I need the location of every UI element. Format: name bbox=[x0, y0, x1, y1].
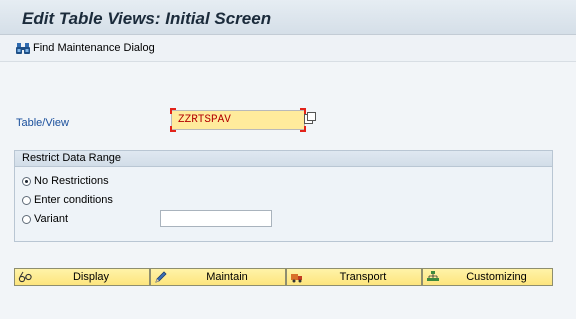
value-help-icon[interactable] bbox=[304, 112, 316, 124]
required-marker bbox=[170, 126, 176, 132]
find-maintenance-dialog-label: Find Maintenance Dialog bbox=[33, 42, 155, 54]
truck-icon bbox=[291, 274, 302, 283]
restrict-data-range-group: Restrict Data Range No Restrictions Ente… bbox=[14, 150, 553, 242]
radio-no-restrictions[interactable]: No Restrictions bbox=[22, 175, 109, 187]
glasses-icon bbox=[18, 271, 32, 283]
action-button-row: Display Maintain Transport Customizing bbox=[14, 268, 553, 286]
radio-label: Enter conditions bbox=[34, 194, 113, 206]
radio-button[interactable] bbox=[22, 195, 31, 205]
table-view-field: ZZRTSPAV bbox=[170, 108, 306, 132]
binoculars-icon bbox=[16, 42, 30, 54]
radio-label: No Restrictions bbox=[34, 175, 109, 187]
radio-variant[interactable]: Variant bbox=[22, 213, 68, 225]
table-view-label: Table/View bbox=[16, 117, 69, 129]
variant-input[interactable] bbox=[160, 210, 272, 227]
transport-button-label: Transport bbox=[339, 271, 387, 283]
radio-button[interactable] bbox=[22, 214, 31, 224]
required-marker bbox=[300, 126, 306, 132]
required-marker bbox=[170, 108, 176, 114]
maintain-button-label: Maintain bbox=[206, 271, 248, 283]
restrict-data-range-header: Restrict Data Range bbox=[15, 151, 552, 167]
title-bar: Edit Table Views: Initial Screen bbox=[0, 0, 576, 35]
display-button-label: Display bbox=[72, 271, 110, 283]
radio-label: Variant bbox=[34, 213, 69, 225]
transport-button[interactable]: Transport bbox=[286, 268, 422, 286]
maintain-button[interactable]: Maintain bbox=[150, 268, 286, 286]
table-view-input[interactable]: ZZRTSPAV bbox=[171, 110, 305, 130]
customizing-button[interactable]: Customizing bbox=[422, 268, 553, 286]
pencil-icon bbox=[155, 271, 167, 283]
hierarchy-icon bbox=[427, 271, 439, 281]
radio-enter-conditions[interactable]: Enter conditions bbox=[22, 194, 113, 206]
radio-button-selected[interactable] bbox=[22, 176, 31, 186]
page-title: Edit Table Views: Initial Screen bbox=[22, 9, 272, 28]
display-button[interactable]: Display bbox=[14, 268, 150, 286]
customizing-button-label: Customizing bbox=[466, 271, 527, 283]
application-toolbar: Find Maintenance Dialog bbox=[0, 35, 576, 62]
find-maintenance-dialog-button[interactable]: Find Maintenance Dialog bbox=[16, 40, 155, 56]
